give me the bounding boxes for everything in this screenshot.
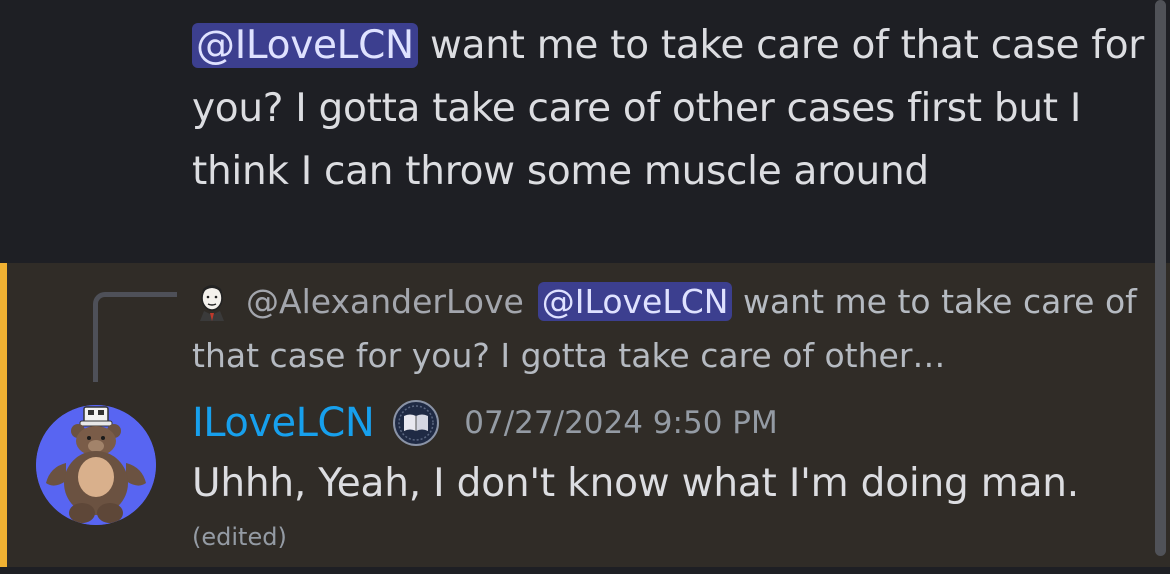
- reply-preview[interactable]: @AlexanderLove @ILoveLCN want me to take …: [192, 275, 1137, 383]
- reply-author[interactable]: @AlexanderLove: [246, 282, 524, 321]
- bear-avatar-icon[interactable]: [36, 405, 156, 525]
- scrollbar[interactable]: [1155, 0, 1166, 556]
- edited-label[interactable]: (edited): [192, 523, 287, 551]
- suited-man-avatar-icon[interactable]: [192, 281, 232, 321]
- message-body: Uhhh, Yeah, I don't know what I'm doing …: [192, 461, 1079, 506]
- reply-user-mention[interactable]: @ILoveLCN: [537, 282, 733, 321]
- message-username[interactable]: ILoveLCN: [192, 400, 375, 446]
- chat-view: @ILoveLCN want me to take care of that c…: [0, 0, 1170, 574]
- message-timestamp[interactable]: 07/27/2024 9:50 PM: [464, 405, 777, 441]
- highlight-accent-bar: [0, 263, 7, 567]
- user-mention[interactable]: @ILoveLCN: [192, 23, 418, 68]
- previous-message-text: @ILoveLCN want me to take care of that c…: [192, 14, 1152, 203]
- reply-connector-line: [93, 292, 177, 382]
- message-header: ILoveLCN 07/27/2024 9:50 PM: [192, 395, 778, 451]
- book-badge-icon[interactable]: [392, 399, 440, 447]
- highlighted-message[interactable]: @AlexanderLove @ILoveLCN want me to take …: [0, 263, 1170, 567]
